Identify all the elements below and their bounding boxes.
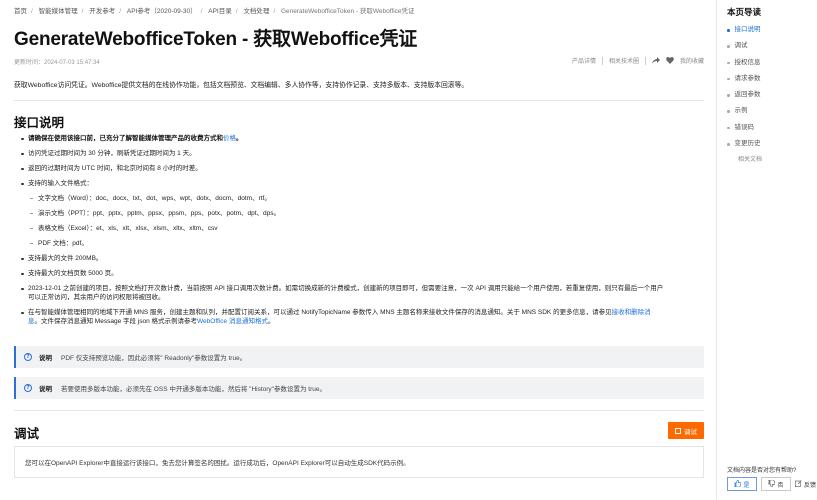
toc-item-debug[interactable]: 调试 xyxy=(727,40,762,56)
list-item: 支持的输入文件格式： xyxy=(21,179,706,188)
feedback-no-button[interactable]: 否 xyxy=(761,477,791,491)
billing-change-line: 可以正常访问，其余用户的访问权限将被回收。 xyxy=(28,294,165,301)
breadcrumb-item[interactable]: 智能媒体管理 xyxy=(39,8,78,15)
toc-item-label: 调试 xyxy=(734,42,748,50)
toc-item-request-params[interactable]: 请求参数 xyxy=(727,73,762,89)
toc-item-related-docs[interactable]: 相关文档 xyxy=(727,154,762,170)
page-intro: 获取Weboffice访问凭证。Weboffice提供文档的在线协作功能，包括文… xyxy=(14,82,469,89)
mns-receive-delete-link[interactable]: 接收和删除消 xyxy=(612,309,651,316)
info-icon: ? xyxy=(24,353,32,361)
feedback-report-label: 反馈 xyxy=(804,482,817,489)
debug-icon xyxy=(675,427,681,434)
note-label: 说明 xyxy=(39,386,52,393)
list-item: 支持最大的文档页数 5000 页。 xyxy=(21,269,706,278)
bullet-icon xyxy=(727,45,730,48)
page-title: GenerateWebofficeToken - 获取Weboffice凭证 xyxy=(14,29,418,50)
mns-text: 在与智能媒体管理相同的地域下开通 MNS 服务，创建主题和队列，并配置订阅关系，… xyxy=(28,309,612,316)
related-tech-link[interactable]: 相关技术圈 xyxy=(609,56,639,65)
billing-change-line: 2023-12-01 之前创建的项目，按照文档打开次数计费，当前按照 API 接… xyxy=(28,285,664,292)
toc-title: 本页导读 xyxy=(727,7,762,17)
debug-text: 您可以在OpenAPI Explorer中直接运行该接口，免去您计算签名的困扰。… xyxy=(25,460,410,467)
divider xyxy=(601,56,603,65)
divider xyxy=(14,100,704,101)
note-text: PDF 仅支持预览功能，因此必须将" Readonly"参数设置为 true。 xyxy=(61,355,247,362)
bullet-icon xyxy=(727,77,730,81)
note-callout: ? 说明 若要使用多版本功能，必须先在 OSS 中开通多版本功能，然后将 "Hi… xyxy=(14,377,704,399)
edit-icon xyxy=(795,479,802,489)
list-item: 返回的过期时间为 UTC 时间，和北京时间有 8 小时的时差。 xyxy=(21,164,706,173)
toc-item-change-history[interactable]: 变更历史 xyxy=(727,138,762,154)
bullet-icon xyxy=(727,126,730,130)
divider xyxy=(14,410,704,411)
feedback-yes-button[interactable]: 是 xyxy=(727,477,757,491)
thumbs-up-icon xyxy=(734,479,742,489)
debug-button[interactable]: 调试 xyxy=(668,422,704,439)
list-item: 2023-12-01 之前创建的项目，按照文档打开次数计费，当前按照 API 接… xyxy=(21,284,706,302)
breadcrumb-current: GenerateWebofficeToken - 获取Weboffice凭证 xyxy=(280,8,415,15)
bullet-icon xyxy=(727,29,730,32)
list-item: 在与智能媒体管理相同的地域下开通 MNS 服务，创建主题和队列，并配置订阅关系，… xyxy=(21,308,706,326)
list-item: 访问凭证过期时间为 30 分钟，刷新凭证过期时间为 1 天。 xyxy=(21,149,706,158)
bullet-icon xyxy=(727,61,730,65)
divider xyxy=(644,56,646,65)
note-callout: ? 说明 PDF 仅支持预览功能，因此必须将" Readonly"参数设置为 t… xyxy=(14,346,704,368)
main-content: 首页 / 智能媒体管理 / 开发参考 / API参考（2020-09-30） / API… xyxy=(0,0,716,500)
breadcrumb: 首页 / 智能媒体管理 / 开发参考 / API参考（2020-09-30） / API… xyxy=(14,8,415,15)
toc-item-examples[interactable]: 示例 xyxy=(727,105,762,121)
toc-item-label: 接口说明 xyxy=(734,26,761,33)
toc-item-response-params[interactable]: 返回参数 xyxy=(727,89,762,105)
list-item: 请确保在使用该接口前，已充分了解智能媒体管理产品的收费方式和价格。 xyxy=(21,134,706,143)
share-icon[interactable] xyxy=(651,57,660,64)
toc-item-authorization[interactable]: 授权信息 xyxy=(727,57,762,73)
pricing-link[interactable]: 价格 xyxy=(223,135,236,142)
toc-item-label: 请求参数 xyxy=(734,74,761,82)
toc-list: 接口说明 调试 授权信息 请求参数 返回参数 示例 错误码 变更历史 相关文档 xyxy=(727,24,762,171)
feedback-buttons: 是 否 反馈 xyxy=(727,477,816,491)
product-detail-link[interactable]: 产品详情 xyxy=(572,56,596,65)
section-heading-api-description: 接口说明 xyxy=(14,116,65,130)
billing-note-tail: 。 xyxy=(236,135,243,142)
breadcrumb-item[interactable]: 首页 xyxy=(14,8,27,15)
weboffice-notify-format-link[interactable]: WebOffice 消息通知格式 xyxy=(197,318,268,325)
page-actions: 产品详情 相关技术圈 我的收藏 xyxy=(572,56,704,65)
update-time: 更新时间：2024-07-03 15:47:34 xyxy=(14,60,100,66)
bullet-icon xyxy=(727,143,730,146)
bullet-icon xyxy=(727,110,730,113)
breadcrumb-item[interactable]: 文档处理 xyxy=(243,8,269,15)
mns-text: 。文件保存消息通知 Message 字段 json 格式示例请参考 xyxy=(34,318,198,325)
feedback-report-link[interactable]: 反馈 xyxy=(795,477,816,491)
note-text: 若要使用多版本功能，必须先在 OSS 中开通多版本功能，然后将 "History… xyxy=(61,386,326,393)
toc-item-error-codes[interactable]: 错误码 xyxy=(727,122,762,138)
format-item: 演示文档（PPT）：ppt、pptx、pptm、ppsx、ppsm、pps、po… xyxy=(22,209,706,218)
feedback-no-label: 否 xyxy=(777,482,784,489)
my-favorites-link[interactable]: 我的收藏 xyxy=(680,56,704,65)
toc-item-label: 变更历史 xyxy=(734,140,761,148)
debug-button-label: 调试 xyxy=(684,428,697,436)
toc-item-label: 授权信息 xyxy=(734,58,761,66)
breadcrumb-item[interactable]: API目录 xyxy=(208,8,231,15)
breadcrumb-item[interactable]: 开发参考 xyxy=(89,8,115,15)
toc-item-label: 错误码 xyxy=(734,123,755,131)
feedback-question: 文档内容是否对您有帮助? xyxy=(727,468,797,474)
format-item: PDF 文档：pdf。 xyxy=(22,239,706,248)
format-item: 文字文档（Word）：doc、docx、txt、dot、wps、wpt、dotx… xyxy=(22,194,706,203)
feedback-yes-label: 是 xyxy=(743,482,750,489)
info-icon: ? xyxy=(24,384,32,392)
api-description-list: 请确保在使用该接口前，已充分了解智能媒体管理产品的收费方式和价格。 访问凭证过期… xyxy=(21,134,706,326)
format-item: 表格文档（Excel）：et、xls、xlt、xlsx、xlsm、xltx、xl… xyxy=(22,224,706,233)
breadcrumb-item[interactable]: API参考（2020-09-30） xyxy=(127,8,197,15)
debug-info-box: 您可以在OpenAPI Explorer中直接运行该接口，免去您计算签名的困扰。… xyxy=(14,446,704,478)
toc-item-label: 返回参数 xyxy=(734,91,761,99)
mns-text-tail: 。 xyxy=(267,318,275,325)
bullet-icon xyxy=(727,94,730,97)
billing-note: 请确保在使用该接口前，已充分了解智能媒体管理产品的收费方式和 xyxy=(28,135,223,142)
heart-icon[interactable] xyxy=(666,57,674,64)
thumbs-down-icon xyxy=(768,479,776,489)
note-label: 说明 xyxy=(39,355,52,362)
list-item: 支持最大的文件 200MB。 xyxy=(21,254,706,263)
toc-item-label: 示例 xyxy=(734,107,748,115)
toc-item-api-description[interactable]: 接口说明 xyxy=(727,24,762,40)
section-heading-debug: 调试 xyxy=(14,427,40,441)
